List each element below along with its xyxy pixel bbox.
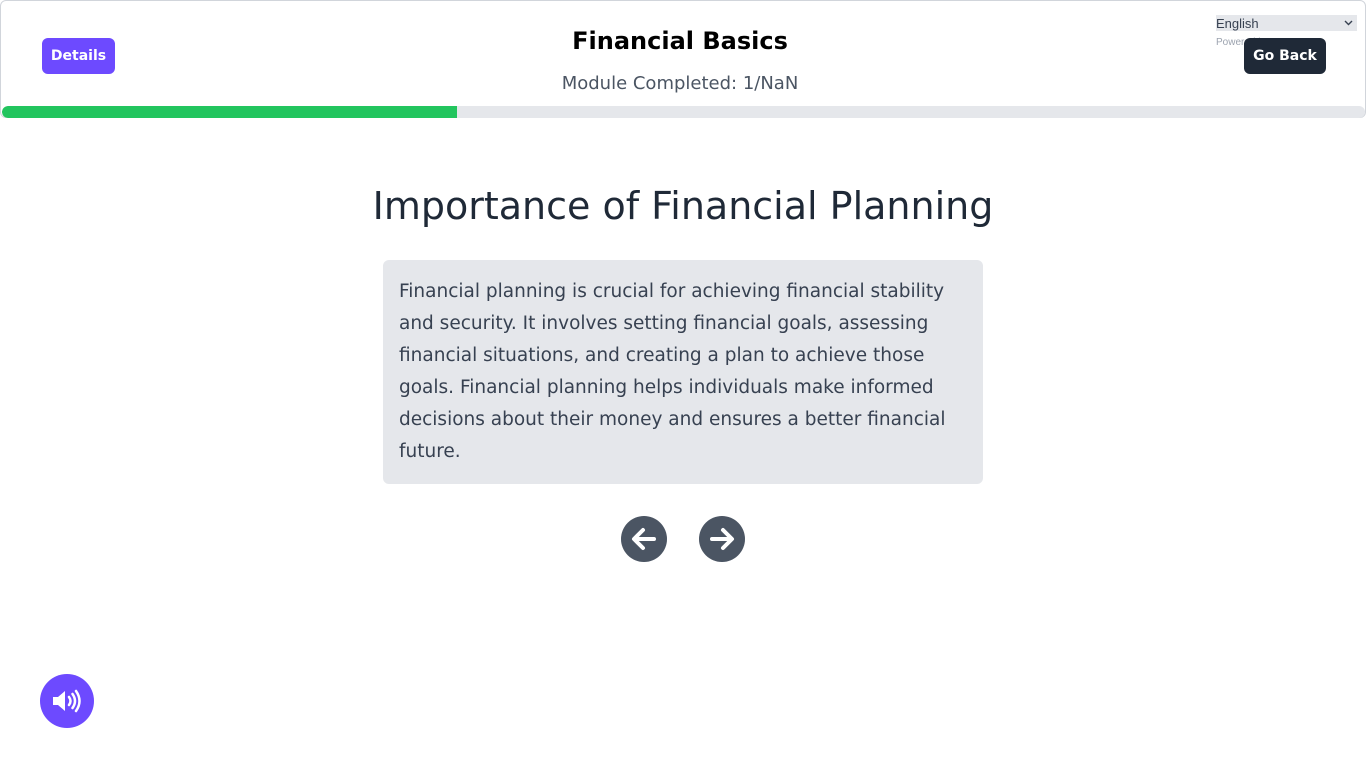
chevron-down-icon [1344,18,1353,28]
speaker-icon [51,687,83,715]
module-progress-text: Module Completed: 1/NaN [561,73,799,94]
next-button[interactable] [699,516,745,562]
progress-bar [2,106,1365,118]
language-select[interactable]: English [1216,15,1357,31]
language-selected-value: English [1216,15,1259,31]
lesson-title: Importance of Financial Planning [372,184,994,228]
course-title: Financial Basics [572,27,788,55]
go-back-button[interactable]: Go Back [1244,38,1326,74]
lesson-content-card: Financial planning is crucial for achiev… [383,260,983,484]
progress-bar-fill [2,106,458,118]
lesson-body-text: Financial planning is crucial for achiev… [399,281,946,462]
audio-button[interactable] [40,674,94,728]
previous-button[interactable] [621,516,667,562]
top-header: Details Financial Basics Module Complete… [0,0,1366,118]
arrow-left-icon [630,525,658,553]
arrow-right-icon [708,525,736,553]
